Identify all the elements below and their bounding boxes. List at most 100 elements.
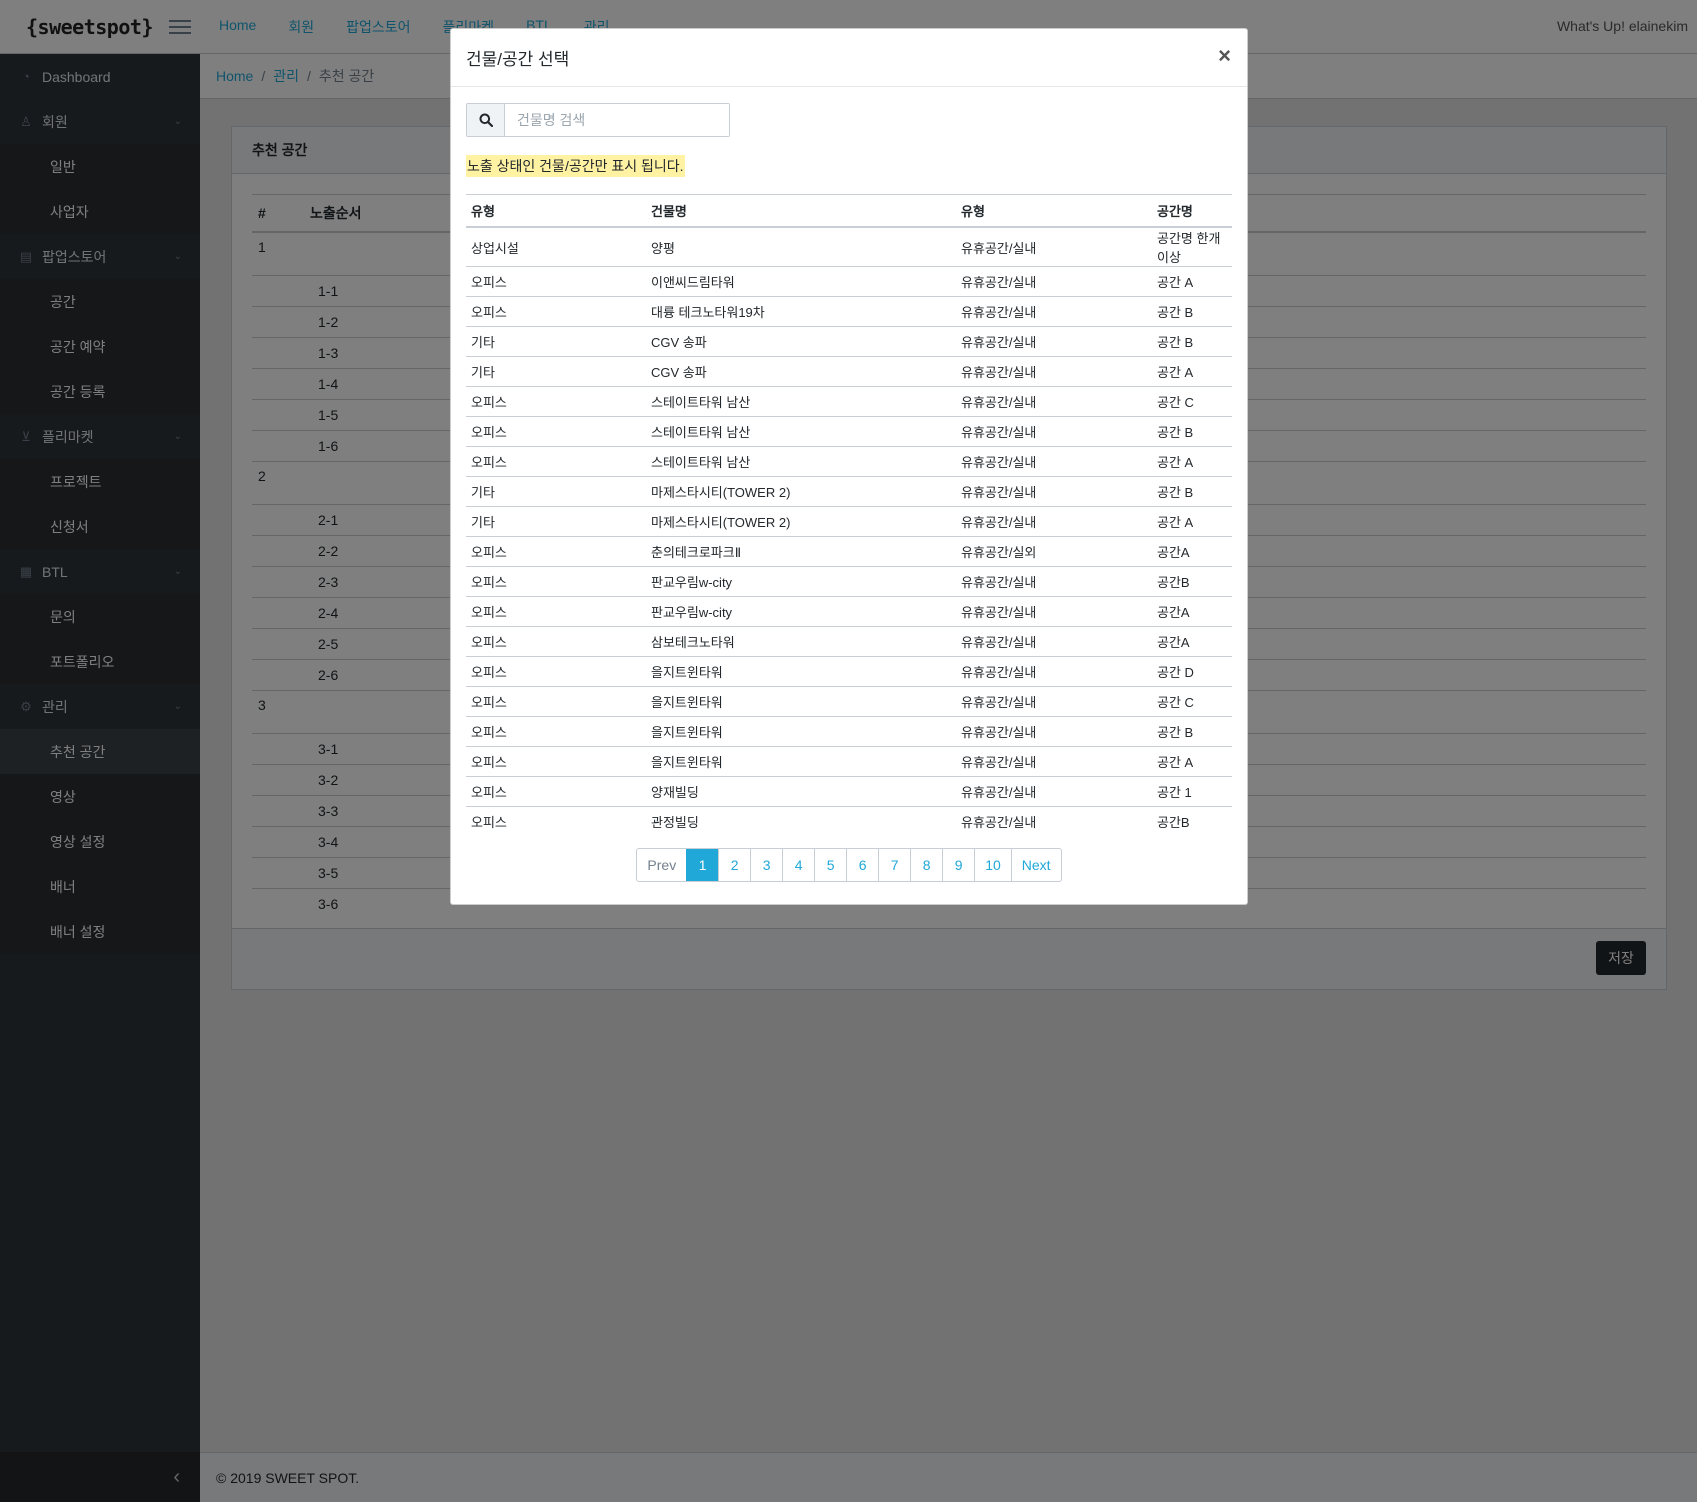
column-header: 건물명 — [646, 194, 956, 228]
table-row[interactable]: 오피스 스테이트타워 남산 유휴공간/실내 공간 B — [466, 416, 1232, 447]
type-cell: 오피스 — [466, 686, 646, 717]
building-name-cell: 판교우림w-city — [646, 566, 956, 597]
type-cell: 기타 — [466, 476, 646, 507]
type-cell: 오피스 — [466, 416, 646, 447]
type-cell: 오피스 — [466, 266, 646, 297]
type-cell: 오피스 — [466, 656, 646, 687]
table-row[interactable]: 오피스 을지트윈타워 유휴공간/실내 공간 C — [466, 686, 1232, 717]
building-search-input[interactable] — [505, 104, 729, 136]
building-name-cell: 마제스타시티(TOWER 2) — [646, 506, 956, 537]
table-row[interactable]: 오피스 양재빌딩 유휴공간/실내 공간 1 — [466, 776, 1232, 807]
space-type-cell: 유휴공간/실내 — [956, 716, 1152, 747]
notice-text: 노출 상태인 건물/공간만 표시 됩니다. — [466, 155, 685, 177]
building-name-cell: 양평 — [646, 227, 956, 267]
space-name-cell: 공간 D — [1152, 656, 1232, 687]
space-type-cell: 유휴공간/실내 — [956, 446, 1152, 477]
building-name-cell: 을지트윈타워 — [646, 686, 956, 717]
table-row[interactable]: 오피스 스테이트타워 남산 유휴공간/실내 공간 C — [466, 386, 1232, 417]
type-cell: 오피스 — [466, 716, 646, 747]
space-name-cell: 공간A — [1152, 536, 1232, 567]
space-type-cell: 유휴공간/실내 — [956, 356, 1152, 387]
space-name-cell: 공간A — [1152, 596, 1232, 627]
table-row[interactable]: 기타 마제스타시티(TOWER 2) 유휴공간/실내 공간 A — [466, 506, 1232, 537]
building-name-cell: 마제스타시티(TOWER 2) — [646, 476, 956, 507]
space-type-cell: 유휴공간/실내 — [956, 476, 1152, 507]
page-button[interactable]: 3 — [750, 849, 782, 881]
page-button[interactable]: 7 — [878, 849, 910, 881]
space-type-cell: 유휴공간/실내 — [956, 326, 1152, 357]
building-name-cell: 삼보테크노타워 — [646, 626, 956, 657]
page-button[interactable]: 5 — [814, 849, 846, 881]
type-cell: 기타 — [466, 326, 646, 357]
space-type-cell: 유휴공간/실내 — [956, 416, 1152, 447]
building-name-cell: 스테이트타워 남산 — [646, 446, 956, 477]
next-page-button[interactable]: Next — [1010, 849, 1061, 881]
page-button[interactable]: 9 — [942, 849, 974, 881]
building-name-cell: 스테이트타워 남산 — [646, 416, 956, 447]
space-name-cell: 공간B — [1152, 566, 1232, 597]
space-name-cell: 공간 A — [1152, 356, 1232, 387]
space-name-cell: 공간명 한개이상 — [1152, 227, 1232, 267]
type-cell: 오피스 — [466, 596, 646, 627]
space-type-cell: 유휴공간/실내 — [956, 506, 1152, 537]
search-icon — [467, 104, 505, 136]
page-button[interactable]: 8 — [910, 849, 942, 881]
type-cell: 오피스 — [466, 626, 646, 657]
space-name-cell: 공간 B — [1152, 296, 1232, 327]
page-button[interactable]: 2 — [718, 849, 750, 881]
space-name-cell: 공간 B — [1152, 476, 1232, 507]
type-cell: 오피스 — [466, 296, 646, 327]
building-name-cell: 양재빌딩 — [646, 776, 956, 807]
space-name-cell: 공간A — [1152, 626, 1232, 657]
table-row[interactable]: 오피스 판교우림w-city 유휴공간/실내 공간A — [466, 596, 1232, 627]
column-header: 유형 — [956, 194, 1152, 228]
space-name-cell: 공간B — [1157, 815, 1190, 830]
type-cell: 오피스 — [466, 446, 646, 477]
table-row[interactable]: 오피스 관정빌딩 유휴공간/실내 공간B — [466, 807, 1232, 837]
table-row[interactable]: 상업시설 양평 유휴공간/실내 공간명 한개이상 — [466, 227, 1232, 267]
type-cell: 기타 — [466, 356, 646, 387]
table-row[interactable]: 기타 CGV 송파 유휴공간/실내 공간 B — [466, 326, 1232, 357]
page-button[interactable]: 4 — [782, 849, 814, 881]
prev-page-button[interactable]: Prev — [637, 849, 686, 881]
type-cell: 오피스 — [466, 536, 646, 567]
page-button[interactable]: 1 — [686, 849, 719, 881]
column-header: 공간명 — [1152, 194, 1232, 228]
space-type-cell: 유휴공간/실내 — [956, 566, 1152, 597]
page-button[interactable]: 6 — [846, 849, 878, 881]
table-row[interactable]: 오피스 을지트윈타워 유휴공간/실내 공간 B — [466, 716, 1232, 747]
building-name-cell: 대륭 테크노타워19차 — [646, 296, 956, 327]
space-name-cell: 공간 A — [1152, 746, 1232, 777]
space-type-cell: 유휴공간/실내 — [956, 596, 1152, 627]
table-row[interactable]: 기타 CGV 송파 유휴공간/실내 공간 A — [466, 356, 1232, 387]
building-name-cell: 을지트윈타워 — [646, 746, 956, 777]
space-type-cell: 유휴공간/실내 — [956, 776, 1152, 807]
space-name-cell: 공간 B — [1152, 416, 1232, 447]
building-name-cell: 관정빌딩 — [651, 815, 699, 830]
space-name-cell: 공간 B — [1152, 716, 1232, 747]
type-cell: 오피스 — [471, 815, 507, 830]
table-row[interactable]: 오피스 대륭 테크노타워19차 유휴공간/실내 공간 B — [466, 296, 1232, 327]
table-row[interactable]: 오피스 삼보테크노타워 유휴공간/실내 공간A — [466, 626, 1232, 657]
building-name-cell: 이앤씨드림타워 — [646, 266, 956, 297]
table-row[interactable]: 오피스 을지트윈타워 유휴공간/실내 공간 A — [466, 746, 1232, 777]
table-row[interactable]: 오피스 판교우림w-city 유휴공간/실내 공간B — [466, 566, 1232, 597]
space-name-cell: 공간 A — [1152, 446, 1232, 477]
table-row[interactable]: 오피스 스테이트타워 남산 유휴공간/실내 공간 A — [466, 446, 1232, 477]
table-row[interactable]: 오피스 춘의테크로파크Ⅱ 유휴공간/실외 공간A — [466, 536, 1232, 567]
table-row[interactable]: 오피스 이앤씨드림타워 유휴공간/실내 공간 A — [466, 266, 1232, 297]
type-cell: 기타 — [466, 506, 646, 537]
table-row[interactable]: 오피스 을지트윈타워 유휴공간/실내 공간 D — [466, 656, 1232, 687]
page-button[interactable]: 10 — [974, 849, 1011, 881]
table-row[interactable]: 기타 마제스타시티(TOWER 2) 유휴공간/실내 공간 B — [466, 476, 1232, 507]
close-icon[interactable]: × — [1218, 43, 1231, 69]
building-space-select-modal: 건물/공간 선택 × 노출 상태인 건물/공간만 표시 됩니다. 유형 건물명 … — [450, 28, 1248, 905]
space-type-cell: 유휴공간/실내 — [956, 386, 1152, 417]
space-name-cell: 공간 C — [1152, 386, 1232, 417]
type-cell: 상업시설 — [466, 227, 646, 267]
building-name-cell: 을지트윈타워 — [646, 716, 956, 747]
type-cell: 오피스 — [466, 386, 646, 417]
space-type-cell: 유휴공간/실내 — [956, 686, 1152, 717]
modal-title: 건물/공간 선택 — [466, 50, 570, 69]
space-name-cell: 공간 A — [1152, 266, 1232, 297]
